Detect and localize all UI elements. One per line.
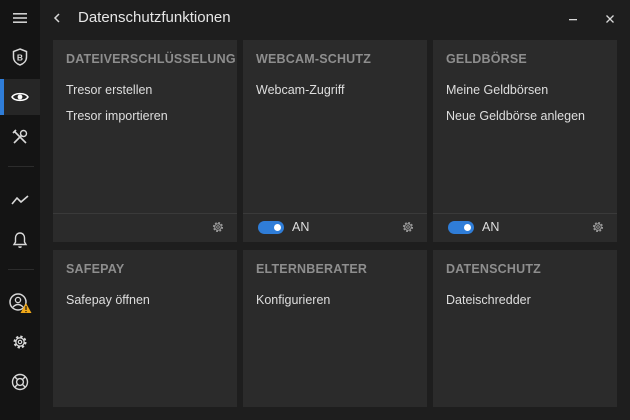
create-vault-link[interactable]: Tresor erstellen bbox=[66, 83, 152, 97]
webcam-access-link[interactable]: Webcam-Zugriff bbox=[256, 83, 344, 97]
card-safepay: SAFEPAY Safepay öffnen bbox=[53, 250, 237, 407]
card-title: SAFEPAY bbox=[66, 262, 125, 276]
user-warning-icon bbox=[9, 293, 32, 313]
sidebar-item-support[interactable] bbox=[0, 364, 40, 400]
sidebar-item-settings[interactable] bbox=[0, 324, 40, 360]
minimize-button[interactable] bbox=[568, 11, 578, 30]
hamburger-icon bbox=[13, 13, 27, 23]
chevron-left-icon bbox=[53, 13, 60, 23]
sidebar-item-notifications[interactable] bbox=[0, 222, 40, 258]
back-button[interactable] bbox=[52, 10, 62, 31]
sidebar-item-account[interactable] bbox=[0, 285, 40, 321]
card-title: DATEIVERSCHLÜSSELUNG bbox=[66, 52, 236, 66]
close-icon bbox=[606, 15, 614, 23]
sidebar-item-utilities[interactable] bbox=[0, 119, 40, 155]
close-button[interactable] bbox=[605, 11, 615, 30]
toggle-label: AN bbox=[292, 220, 310, 234]
my-wallets-link[interactable]: Meine Geldbörsen bbox=[446, 83, 548, 97]
card-parental-advisor: ELTERNBERATER Konfigurieren bbox=[243, 250, 427, 407]
card-title: DATENSCHUTZ bbox=[446, 262, 542, 276]
menu-button[interactable] bbox=[0, 0, 40, 36]
gear-icon bbox=[402, 221, 414, 233]
sidebar-item-privacy[interactable] bbox=[0, 79, 40, 115]
svg-text:B: B bbox=[17, 53, 23, 63]
minimize-icon bbox=[569, 19, 577, 21]
tools-icon bbox=[12, 129, 28, 144]
sidebar-divider bbox=[8, 166, 34, 167]
sidebar-item-reports[interactable] bbox=[0, 182, 40, 218]
gear-icon bbox=[212, 221, 224, 233]
new-wallet-link[interactable]: Neue Geldbörse anlegen bbox=[446, 109, 585, 123]
gear-icon bbox=[592, 221, 604, 233]
card-webcam-protection: WEBCAM-SCHUTZ Webcam-Zugriff AN bbox=[243, 40, 427, 242]
title-bar: Datenschutzfunktionen bbox=[40, 0, 630, 38]
sidebar-item-protection[interactable]: B bbox=[0, 39, 40, 75]
sidebar-divider bbox=[8, 269, 34, 270]
configure-link[interactable]: Konfigurieren bbox=[256, 293, 330, 307]
bell-icon bbox=[12, 232, 28, 248]
card-title: ELTERNBERATER bbox=[256, 262, 368, 276]
file-shredder-link[interactable]: Dateischredder bbox=[446, 293, 531, 307]
shield-b-icon: B bbox=[12, 48, 28, 66]
lifebuoy-icon bbox=[11, 373, 29, 391]
settings-button[interactable] bbox=[211, 220, 225, 239]
activity-icon bbox=[11, 195, 29, 205]
card-footer: AN bbox=[433, 213, 617, 242]
webcam-protection-toggle[interactable] bbox=[258, 221, 284, 234]
import-vault-link[interactable]: Tresor importieren bbox=[66, 109, 168, 123]
card-title: GELDBÖRSE bbox=[446, 52, 527, 66]
sidebar: B bbox=[0, 0, 40, 420]
card-title: WEBCAM-SCHUTZ bbox=[256, 52, 372, 66]
gear-icon bbox=[13, 335, 27, 349]
page-title: Datenschutzfunktionen bbox=[78, 9, 231, 26]
eye-icon bbox=[11, 92, 29, 102]
settings-button[interactable] bbox=[401, 220, 415, 239]
card-file-encryption: DATEIVERSCHLÜSSELUNG Tresor erstellen Tr… bbox=[53, 40, 237, 242]
open-safepay-link[interactable]: Safepay öffnen bbox=[66, 293, 150, 307]
card-footer bbox=[53, 213, 237, 242]
card-data-protection: DATENSCHUTZ Dateischredder bbox=[433, 250, 617, 407]
card-wallet: GELDBÖRSE Meine Geldbörsen Neue Geldbörs… bbox=[433, 40, 617, 242]
settings-button[interactable] bbox=[591, 220, 605, 239]
card-footer: AN bbox=[243, 213, 427, 242]
wallet-toggle[interactable] bbox=[448, 221, 474, 234]
toggle-label: AN bbox=[482, 220, 500, 234]
